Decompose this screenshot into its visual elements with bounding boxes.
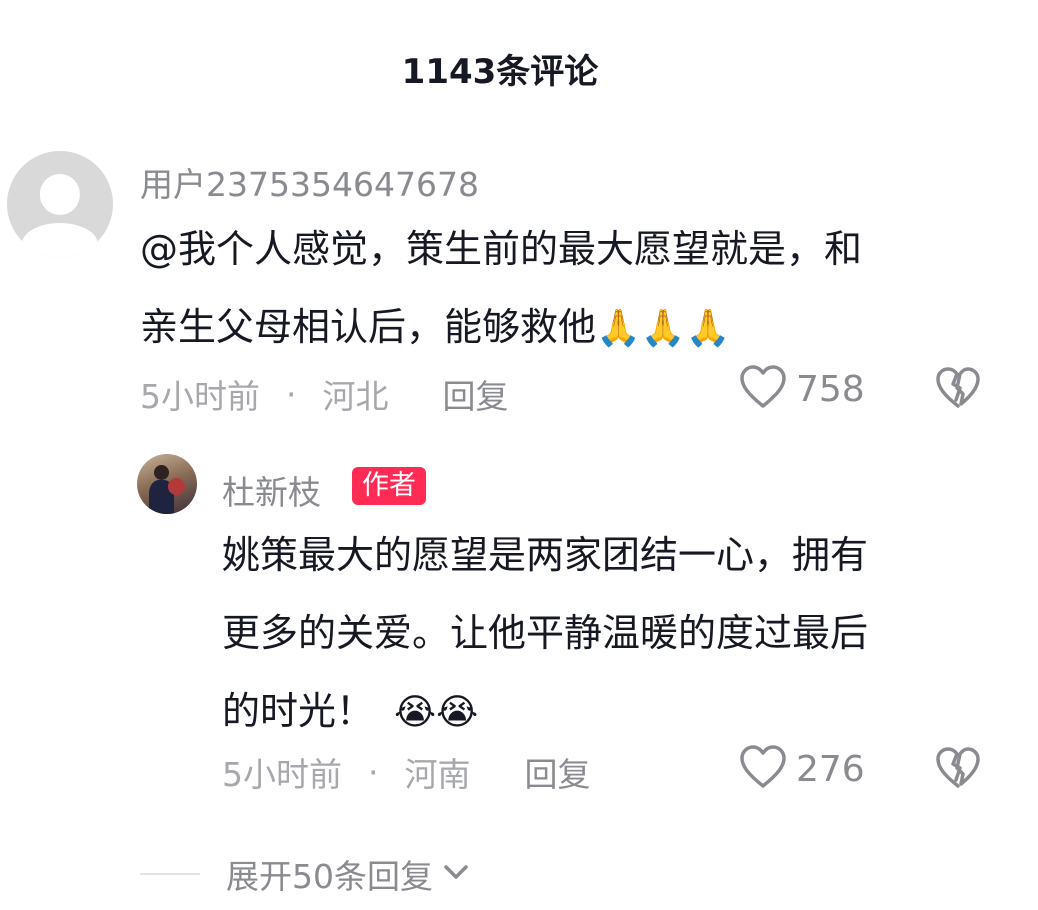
reply-button[interactable]: 回复: [525, 748, 591, 796]
comment-text-line: @我个人感觉，策生前的最大愿望就是，和: [140, 227, 863, 271]
divider-line: [140, 873, 200, 875]
comment-username[interactable]: 用户2375354647678: [140, 158, 479, 206]
expand-replies-label: 展开50条回复: [226, 857, 433, 896]
reply-username[interactable]: 杜新枝: [222, 466, 321, 514]
reply-text-line-content: 的时光！: [222, 689, 375, 733]
reply-text-line: 更多的关爱。让他平静温暖的度过最后: [222, 611, 869, 655]
comment-text-line: 亲生父母相认后，能够救他🙏🙏🙏: [140, 288, 1010, 368]
reply-button[interactable]: 回复: [443, 370, 509, 418]
meta-dot: ·: [286, 374, 297, 414]
heart-outline-icon: [738, 744, 788, 794]
meta-dot: ·: [368, 752, 379, 792]
author-badge: 作者: [352, 467, 426, 505]
author-avatar[interactable]: [137, 454, 197, 514]
avatar-default[interactable]: [7, 151, 113, 257]
broken-heart-icon[interactable]: [934, 746, 982, 794]
comments-count-title: 1143条评论: [401, 52, 599, 92]
reply-text-line: 的时光！ 😭😭: [222, 672, 1002, 752]
chevron-down-icon: [441, 861, 471, 887]
crying-emoji-icon: 😭😭: [394, 692, 479, 733]
reply-time: 5小时前: [222, 755, 342, 794]
comment-text-line-content: 亲生父母相认后，能够救他: [140, 305, 597, 349]
like-button[interactable]: 758: [738, 364, 865, 414]
reply-meta: 5小时前 · 河南 回复: [222, 748, 591, 796]
reply-text: 姚策最大的愿望是两家团结一心，拥有 更多的关爱。让他平静温暖的度过最后 的时光！…: [222, 516, 1002, 752]
like-button[interactable]: 276: [738, 744, 865, 794]
comment-time: 5小时前: [140, 377, 260, 416]
comment-location: 河北: [322, 377, 389, 416]
broken-heart-icon[interactable]: [934, 366, 982, 414]
reply-location: 河南: [404, 755, 471, 794]
comment-meta: 5小时前 · 河北 回复: [140, 370, 509, 418]
expand-replies-button[interactable]: 展开50条回复: [140, 850, 471, 898]
pray-emoji-icon: 🙏🙏🙏: [596, 308, 731, 349]
heart-outline-icon: [738, 364, 788, 414]
like-count: 758: [796, 368, 865, 410]
reply-text-line: 姚策最大的愿望是两家团结一心，拥有: [222, 533, 869, 577]
comment-text: @我个人感觉，策生前的最大愿望就是，和 亲生父母相认后，能够救他🙏🙏🙏: [140, 210, 1010, 368]
like-count: 276: [796, 748, 865, 790]
